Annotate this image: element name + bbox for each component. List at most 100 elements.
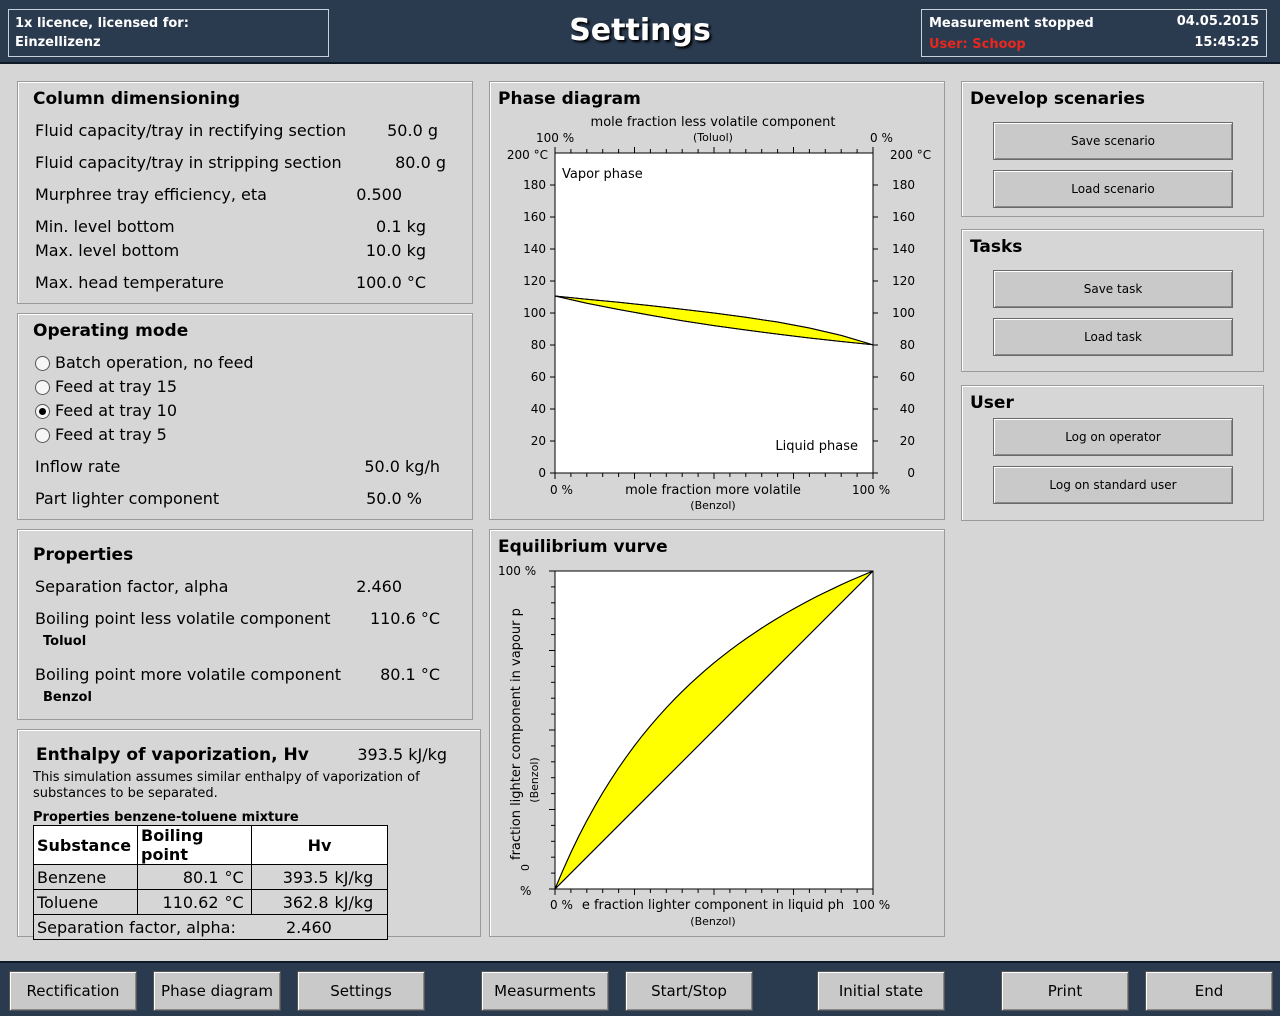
panel-title: Properties	[33, 545, 134, 565]
develop-scenaries-panel: Develop scenaries Save scenario Load sce…	[961, 81, 1264, 217]
max-level-value[interactable]: 10.0 kg	[366, 241, 426, 260]
inflow-rate-label: Inflow rate	[35, 457, 121, 476]
date-display: 04.05.2015	[1176, 14, 1259, 29]
log-on-standard-user-button[interactable]: Log on standard user	[993, 466, 1233, 504]
substance-name: Benzene	[33, 864, 138, 890]
current-user: User: Schoop	[929, 37, 1026, 52]
y-tick-label-left: 20	[531, 434, 546, 448]
liquid-phase-label: Liquid phase	[775, 439, 858, 454]
bp-more-label: Boiling point more volatile component	[35, 665, 342, 684]
load-scenario-button[interactable]: Load scenario	[993, 170, 1233, 208]
y-tick-label-right: 100	[892, 306, 915, 320]
footer-toolbar: Rectification Phase diagram Settings Mea…	[0, 961, 1280, 1016]
radio-batch-label[interactable]: Batch operation, no feed	[55, 353, 254, 372]
strip-capacity-value[interactable]: 80.0 g	[395, 153, 446, 172]
part-lighter-value[interactable]: 50.0 %	[366, 489, 422, 508]
tasks-panel: Tasks Save task Load task	[961, 229, 1264, 372]
log-on-operator-button[interactable]: Log on operator	[993, 418, 1233, 456]
phase-top-left: 100 %	[536, 131, 574, 145]
y-tick-label-left: 40	[531, 402, 546, 416]
col-boiling-point: Boiling point	[137, 825, 252, 865]
part-lighter-label: Part lighter component	[35, 489, 220, 508]
operating-mode-panel: Operating mode Batch operation, no feed …	[17, 313, 473, 520]
murphree-value[interactable]: 0.500	[356, 185, 402, 204]
print-button[interactable]: Print	[1001, 971, 1129, 1011]
y-tick-label-right: 80	[900, 338, 915, 352]
phase-diagram-chart: mole fraction less volatile component (T…	[507, 115, 931, 512]
y-tick-label-left: 100	[523, 306, 546, 320]
radio-feed-15-label[interactable]: Feed at tray 15	[55, 377, 177, 396]
max-level-label: Max. level bottom	[35, 241, 180, 260]
eq-y-label: fraction lighter component in vapour p	[509, 608, 524, 860]
table-title: Properties benzene-toluene mixture	[33, 810, 299, 825]
col-hv: Hv	[251, 825, 388, 865]
y-tick-label-left: 160	[523, 210, 546, 224]
y-tick-label-right: 160	[892, 210, 915, 224]
bp-less-value[interactable]: 110.6 °C	[370, 609, 440, 628]
save-scenario-button[interactable]: Save scenario	[993, 122, 1233, 160]
phase-left-unit: 200 °C	[507, 148, 548, 162]
hv-unit: kJ/kg	[331, 864, 388, 890]
license-line1: 1x licence, licensed for:	[15, 16, 189, 31]
header-bar: 1x licence, licensed for: Einzellizenz S…	[0, 0, 1280, 64]
table-header-row: Substance Boiling point Hv	[33, 825, 388, 865]
rect-capacity-value[interactable]: 50.0 g	[387, 121, 438, 140]
table-footer-row: Separation factor, alpha: 2.460	[33, 914, 388, 940]
end-button[interactable]: End	[1145, 971, 1273, 1011]
radio-batch[interactable]	[35, 356, 50, 371]
radio-feed-5[interactable]	[35, 428, 50, 443]
y-tick-label-right: 0	[907, 466, 915, 480]
y-tick-label-right: 120	[892, 274, 915, 288]
substance-name: Toluene	[33, 889, 138, 915]
phase-top-sub: (Toluol)	[693, 131, 733, 144]
license-box: 1x licence, licensed for: Einzellizenz	[8, 9, 329, 57]
y-tick-label-right: 40	[900, 402, 915, 416]
initial-state-button[interactable]: Initial state	[817, 971, 945, 1011]
phase-diagram-panel: Phase diagram mole fraction less volatil…	[489, 81, 945, 520]
panel-title: Column dimensioning	[33, 89, 240, 109]
rectification-button[interactable]: Rectification	[9, 971, 137, 1011]
eq-y-sub: (Benzol)	[528, 757, 541, 802]
save-task-button[interactable]: Save task	[993, 270, 1233, 308]
eq-x-left: 0 %	[550, 898, 573, 912]
panel-title: Tasks	[970, 237, 1023, 257]
hv-value: 393.5	[251, 864, 332, 890]
sep-factor-value[interactable]: 2.460	[356, 577, 402, 596]
measurement-status: Measurement stopped	[929, 16, 1094, 31]
y-tick-label-left: 80	[531, 338, 546, 352]
radio-feed-10[interactable]	[35, 404, 50, 419]
sep-factor-footer-value: 2.460	[286, 917, 332, 937]
sep-factor-cell: Separation factor, alpha: 2.460	[33, 914, 388, 940]
eq-y-zero: 0	[519, 864, 532, 871]
phase-diagram-button[interactable]: Phase diagram	[153, 971, 281, 1011]
bp-more-value[interactable]: 80.1 °C	[380, 665, 440, 684]
enthalpy-title: Enthalpy of vaporization, Hv	[36, 745, 309, 765]
inflow-rate-value[interactable]: 50.0 kg/h	[364, 457, 440, 476]
start-stop-button[interactable]: Start/Stop	[625, 971, 753, 1011]
panel-title: User	[970, 393, 1014, 413]
note-line2: substances to be separated.	[33, 786, 218, 801]
radio-feed-15[interactable]	[35, 380, 50, 395]
max-head-temp-value[interactable]: 100.0 °C	[356, 273, 426, 292]
settings-button[interactable]: Settings	[297, 971, 425, 1011]
measurments-button[interactable]: Measurments	[481, 971, 609, 1011]
y-tick-label-right: 20	[900, 434, 915, 448]
table-row: Benzene 80.1 °C 393.5 kJ/kg	[33, 864, 388, 890]
load-task-button[interactable]: Load task	[993, 318, 1233, 356]
hv-value: 362.8	[251, 889, 332, 915]
boiling-point: 80.1	[137, 864, 222, 890]
min-level-label: Min. level bottom	[35, 217, 175, 236]
radio-feed-5-label[interactable]: Feed at tray 5	[55, 425, 167, 444]
phase-bottom-right: 100 %	[852, 483, 890, 497]
radio-feed-10-label[interactable]: Feed at tray 10	[55, 401, 177, 420]
rect-capacity-label: Fluid capacity/tray in rectifying sectio…	[35, 121, 347, 140]
equilibrium-curve-panel: Equilibrium vurve 100 % % fraction light…	[489, 529, 945, 937]
phase-top-label: mole fraction less volatile component	[591, 115, 836, 130]
page-title: Settings	[569, 13, 711, 48]
phase-bottom-left: 0 %	[550, 483, 573, 497]
enthalpy-value[interactable]: 393.5 kJ/kg	[357, 745, 447, 764]
min-level-value[interactable]: 0.1 kg	[376, 217, 426, 236]
eq-y-bottom: %	[520, 884, 531, 898]
eq-y-top: 100 %	[498, 564, 536, 578]
time-display: 15:45:25	[1194, 35, 1259, 50]
